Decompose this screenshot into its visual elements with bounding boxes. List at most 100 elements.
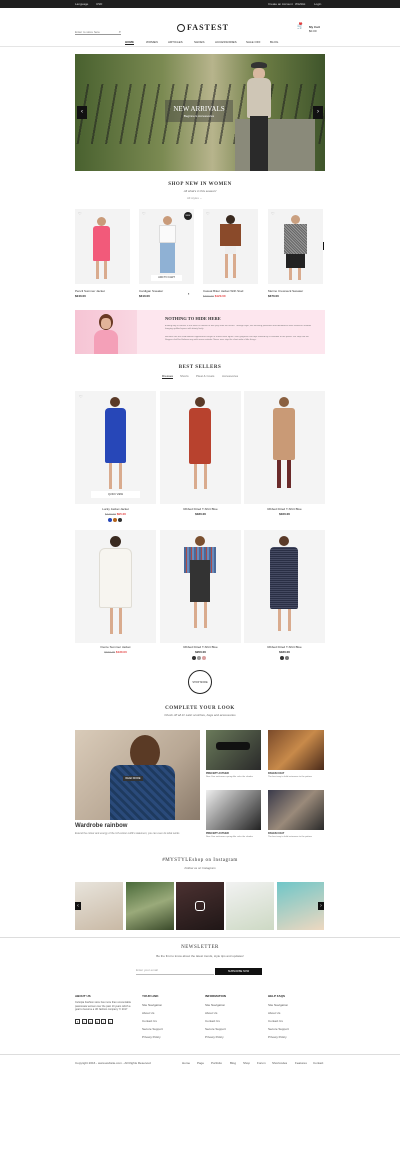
pinterest-icon[interactable]: p bbox=[88, 1019, 93, 1024]
instagram-next-arrow[interactable]: › bbox=[318, 902, 324, 910]
newsletter-email-input[interactable]: Enter your email bbox=[136, 968, 214, 975]
color-swatch[interactable] bbox=[197, 656, 201, 660]
nav-shoes[interactable]: SHOES bbox=[194, 40, 205, 44]
language-select[interactable]: Language bbox=[75, 0, 88, 8]
product-name[interactable]: Merino Crewneck Sweater bbox=[268, 289, 303, 293]
instagram-photo[interactable] bbox=[226, 882, 274, 930]
wishlist-link[interactable]: Wishlist bbox=[295, 0, 305, 8]
footer-link[interactable]: About Us bbox=[142, 1011, 154, 1015]
color-swatch[interactable] bbox=[118, 518, 122, 522]
search-icon[interactable]: ⌕ bbox=[119, 29, 121, 34]
look-image[interactable] bbox=[206, 790, 261, 830]
footer-bottom-link[interactable]: Shortcodes bbox=[272, 1061, 287, 1065]
footer-bottom-link[interactable]: Forum bbox=[257, 1061, 266, 1065]
product-name[interactable]: Pencil Summer Jacket bbox=[75, 289, 105, 293]
nav-articles[interactable]: ARTICLES bbox=[168, 40, 183, 44]
footer-link[interactable]: Privacy Policy bbox=[205, 1035, 224, 1039]
footer-link[interactable]: Contact Us bbox=[142, 1019, 157, 1023]
look-image[interactable] bbox=[268, 790, 324, 830]
wishlist-heart-icon[interactable]: ♡ bbox=[79, 394, 83, 399]
color-swatch[interactable] bbox=[108, 518, 112, 522]
product-name[interactable]: Ribbed Fitted T-Shirt Blue bbox=[160, 507, 241, 511]
feature-title[interactable]: Wardrobe rainbow bbox=[75, 823, 127, 829]
subscribe-button[interactable]: SUBSCRIBE NOW bbox=[215, 968, 262, 975]
wishlist-heart-icon[interactable]: ♡ bbox=[142, 211, 146, 216]
currency-select[interactable]: USD bbox=[96, 0, 102, 8]
nav-sale-off[interactable]: SALE OFF bbox=[246, 40, 261, 44]
footer-bottom-link[interactable]: Shop bbox=[243, 1061, 250, 1065]
create-account-link[interactable]: Create an Account bbox=[268, 0, 293, 8]
color-swatch[interactable] bbox=[113, 518, 117, 522]
product-card[interactable] bbox=[75, 530, 156, 643]
look-title[interactable]: PAGEN COAT bbox=[268, 772, 284, 775]
footer-link[interactable]: Site Navigation bbox=[205, 1003, 225, 1007]
footer-link[interactable]: Contact Us bbox=[268, 1019, 283, 1023]
instagram-icon[interactable]: i bbox=[101, 1019, 106, 1024]
footer-bottom-link[interactable]: Contact bbox=[313, 1061, 323, 1065]
quick-view-button[interactable]: QUICK VIEW bbox=[91, 491, 140, 498]
hero-next-arrow[interactable]: › bbox=[313, 106, 323, 119]
look-title[interactable]: PAGEN COAT bbox=[268, 832, 284, 835]
wishlist-heart-icon[interactable]: ♡ bbox=[78, 211, 82, 216]
hero-prev-arrow[interactable]: ‹ bbox=[77, 106, 87, 119]
login-link[interactable]: Login bbox=[314, 0, 321, 8]
footer-bottom-link[interactable]: Blog bbox=[230, 1061, 236, 1065]
logo[interactable]: FASTEST bbox=[177, 23, 229, 32]
instagram-prev-arrow[interactable]: ‹ bbox=[75, 902, 81, 910]
color-swatch[interactable] bbox=[192, 656, 196, 660]
instagram-photo[interactable] bbox=[75, 882, 123, 930]
footer-bottom-link[interactable]: Page bbox=[197, 1061, 204, 1065]
twitter-icon[interactable]: t bbox=[81, 1019, 87, 1024]
product-name[interactable]: Ribbed Fitted T-Shirt Blue bbox=[160, 645, 241, 649]
product-card[interactable]: ♡ NEW ADD TO CART bbox=[139, 209, 194, 284]
product-card[interactable] bbox=[244, 391, 325, 504]
footer-bottom-link[interactable]: Portfolio bbox=[211, 1061, 222, 1065]
product-card[interactable] bbox=[244, 530, 325, 643]
cart[interactable]: 🛒 0 My Cart $0.00 bbox=[297, 22, 320, 33]
google-plus-icon[interactable]: g bbox=[94, 1019, 100, 1024]
product-card[interactable] bbox=[160, 391, 241, 504]
product-card[interactable]: ♡ bbox=[75, 209, 130, 284]
tab-shorts[interactable]: Shorts bbox=[180, 374, 189, 378]
footer-link[interactable]: Secure Support bbox=[142, 1027, 163, 1031]
product-name[interactable]: Ribbed Fitted T-Shirt Blue bbox=[244, 507, 325, 511]
product-card[interactable]: ♡ bbox=[268, 209, 323, 284]
nav-accessories[interactable]: ACCESSORIES bbox=[215, 40, 237, 44]
footer-link[interactable]: Privacy Policy bbox=[142, 1035, 161, 1039]
read-more-button[interactable]: READ MORE bbox=[123, 776, 143, 781]
footer-link[interactable]: About Us bbox=[205, 1011, 217, 1015]
footer-link[interactable]: Site Navigation bbox=[142, 1003, 162, 1007]
nav-home[interactable]: HOME bbox=[125, 40, 134, 45]
product-name[interactable]: Lucky Jacket Jacket bbox=[75, 507, 156, 511]
color-swatch[interactable] bbox=[280, 656, 284, 660]
footer-link[interactable]: About Us bbox=[268, 1011, 280, 1015]
cart-icon[interactable]: ▪ bbox=[188, 291, 189, 296]
tab-dresses[interactable]: Dresses bbox=[162, 374, 174, 379]
product-name[interactable]: Casual Biker Jacket With Stud bbox=[203, 289, 243, 293]
facebook-icon[interactable]: f bbox=[75, 1019, 80, 1024]
shop-more-button[interactable]: SHOP MORE bbox=[188, 670, 212, 694]
footer-link[interactable]: Privacy Policy bbox=[268, 1035, 287, 1039]
footer-bottom-link[interactable]: Home bbox=[182, 1061, 190, 1065]
tab-pleat-coats[interactable]: Pleat & Coats bbox=[196, 374, 214, 378]
hero-slider[interactable]: NEW ARRIVALS Beginners Accessories ‹ › bbox=[75, 54, 325, 171]
nav-blog[interactable]: BLOG bbox=[270, 40, 278, 44]
wishlist-heart-icon[interactable]: ♡ bbox=[206, 211, 210, 216]
product-card[interactable] bbox=[160, 530, 241, 643]
nav-women[interactable]: WOMEN bbox=[146, 40, 158, 44]
product-name[interactable]: Fierce Summer Jacket bbox=[75, 645, 156, 649]
add-to-cart-button[interactable]: ADD TO CART bbox=[151, 275, 182, 281]
footer-bottom-link[interactable]: Features bbox=[295, 1061, 307, 1065]
wishlist-heart-icon[interactable]: ♡ bbox=[271, 211, 275, 216]
color-swatch[interactable] bbox=[202, 656, 206, 660]
footer-link[interactable]: Contact Us bbox=[205, 1019, 220, 1023]
product-name[interactable]: Ribbed Fitted T-Shirt Blue bbox=[244, 645, 325, 649]
vimeo-icon[interactable]: v bbox=[107, 1019, 113, 1024]
footer-link[interactable]: Site Navigation bbox=[268, 1003, 288, 1007]
look-image[interactable] bbox=[206, 730, 261, 770]
product-name[interactable]: Cardigan Sneaker bbox=[139, 289, 163, 293]
footer-link[interactable]: Secure Support bbox=[268, 1027, 289, 1031]
instagram-photo[interactable] bbox=[126, 882, 174, 930]
tab-accessories[interactable]: Accessories bbox=[222, 374, 238, 378]
new-in-filter[interactable]: All styles ⌄ bbox=[187, 196, 202, 200]
